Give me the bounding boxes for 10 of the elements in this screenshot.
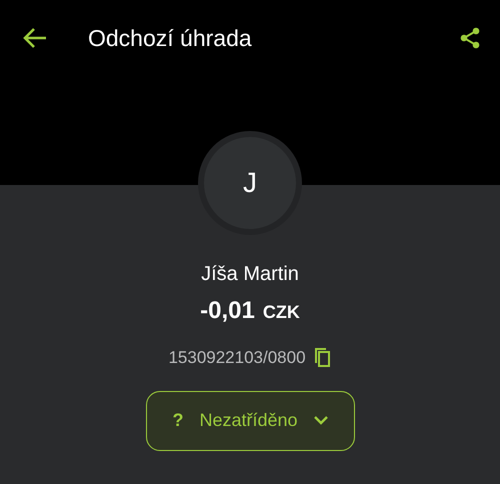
copy-icon[interactable] [314, 348, 332, 368]
amount: -0,01 [200, 296, 255, 326]
avatar: J [204, 137, 296, 229]
account-number: 1530922103/0800 [168, 347, 306, 369]
screen-title: Odchozí úhrada [88, 24, 252, 53]
currency: CZK [262, 301, 300, 324]
back-icon[interactable] [22, 27, 48, 49]
share-icon[interactable] [458, 26, 482, 50]
counterparty-name: Jíša Martin [201, 262, 299, 287]
category-button[interactable]: ? Nezatříděno [146, 390, 354, 450]
